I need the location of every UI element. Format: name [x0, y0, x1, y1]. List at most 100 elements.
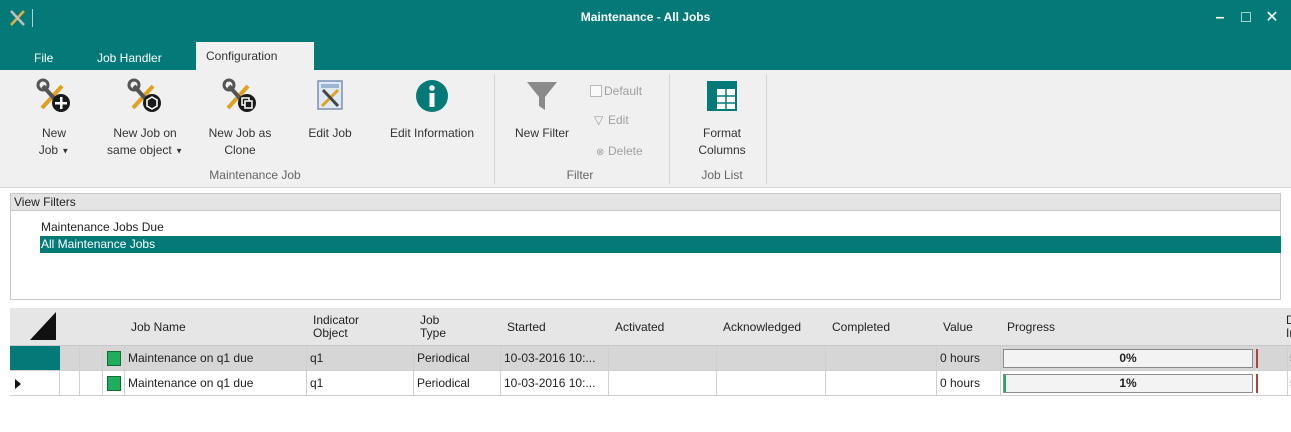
- new-job-same-label-1: New Job on: [113, 126, 177, 140]
- new-job-clone-label-1: New Job as: [208, 126, 272, 140]
- info-icon: [416, 80, 448, 112]
- status-indicator: [107, 351, 121, 366]
- tab-job-handler[interactable]: Job Handler: [87, 47, 172, 70]
- column-header-activated[interactable]: Activated: [615, 308, 664, 346]
- column-header-value[interactable]: Value: [943, 308, 973, 346]
- activated-cell: [609, 346, 717, 371]
- view-filter-item[interactable]: Maintenance Jobs Due: [41, 219, 164, 236]
- tab-configuration[interactable]: Configuration: [196, 42, 314, 71]
- delete-icon: ⊗: [596, 147, 605, 158]
- column-header-indicator-object[interactable]: Indicator Object: [313, 308, 359, 346]
- group-separator: [766, 74, 767, 184]
- edit-information-button[interactable]: Edit Information: [376, 78, 488, 142]
- row-cell: [60, 346, 80, 371]
- view-filters-list: Maintenance Jobs Due All Maintenance Job…: [10, 211, 1281, 300]
- checkbox-icon: [590, 85, 602, 97]
- ribbon-tabs: File Job Handler Configuration: [0, 38, 1291, 71]
- group-label-job-list: Job List: [701, 168, 743, 182]
- new-job-label-2: Job: [38, 143, 59, 157]
- progress-text: 1%: [1119, 376, 1137, 390]
- default-filter-label: Default: [604, 84, 643, 98]
- minimize-button[interactable]: –: [1207, 6, 1233, 30]
- view-filter-item-selected[interactable]: All Maintenance Jobs: [40, 236, 1281, 253]
- progress-cell: 0%: [1001, 346, 1288, 371]
- wrench-screwdriver-copy-icon: [222, 78, 256, 112]
- wrench-screwdriver-cube-icon: [127, 78, 161, 112]
- default-filter-checkbox[interactable]: Default: [590, 81, 642, 101]
- indicator-object-cell: q1: [307, 346, 414, 371]
- column-header-job-type[interactable]: Job Type: [420, 308, 446, 346]
- indicator-object-cell: q1: [307, 371, 414, 396]
- job-type-cell: Periodical: [414, 346, 501, 371]
- group-label-filter: Filter: [566, 168, 594, 182]
- edit-job-icon: [317, 80, 343, 110]
- group-separator: [669, 74, 670, 184]
- column-header-job-name[interactable]: Job Name: [131, 308, 186, 346]
- column-header-acknowledged[interactable]: Acknowledged: [723, 308, 801, 346]
- activated-cell: [609, 371, 717, 396]
- edit-job-button[interactable]: Edit Job: [298, 78, 362, 142]
- progress-bar: 1%: [1003, 374, 1253, 393]
- status-indicator: [107, 376, 121, 391]
- format-columns-button[interactable]: Format Columns: [686, 78, 758, 159]
- acknowledged-cell: [717, 346, 826, 371]
- title-bar: Maintenance - All Jobs – □ ✕: [0, 0, 1291, 38]
- new-job-same-object-button[interactable]: New Job on same object ▼: [100, 78, 190, 159]
- row-cell: [80, 371, 103, 396]
- table-columns-icon: [707, 81, 737, 111]
- column-header-started[interactable]: Started: [507, 308, 546, 346]
- started-cell: 10-03-2016 10:...: [501, 346, 609, 371]
- row-header-cell[interactable]: [10, 371, 60, 396]
- new-filter-label: New Filter: [514, 126, 569, 140]
- value-cell: 0 hours: [937, 371, 1001, 396]
- grid-header: Job Name Indicator Object Job Type Started…: [10, 308, 1291, 346]
- progress-end-marker: [1256, 374, 1258, 393]
- close-button[interactable]: ✕: [1259, 6, 1285, 30]
- new-job-label-1: New: [41, 126, 66, 140]
- wrench-screwdriver-plus-icon: [36, 78, 70, 112]
- group-label-maintenance-job: Maintenance Job: [209, 168, 301, 182]
- edit-filter-button[interactable]: ▽ Edit: [594, 110, 629, 130]
- tab-file[interactable]: File: [24, 47, 63, 70]
- new-filter-button[interactable]: New Filter: [506, 78, 578, 142]
- new-job-clone-label-2: Clone: [224, 143, 256, 157]
- new-job-same-label-2: same object: [107, 143, 172, 157]
- column-header-progress[interactable]: Progress: [1007, 308, 1055, 346]
- row-cell: [80, 346, 103, 371]
- edit-job-label: Edit Job: [308, 126, 352, 140]
- acknowledged-cell: [717, 371, 826, 396]
- job-name-cell: Maintenance on q1 due: [125, 346, 307, 371]
- status-cell: [103, 371, 125, 396]
- job-name-cell: Maintenance on q1 due: [125, 371, 307, 396]
- completed-cell: [826, 346, 937, 371]
- funnel-pencil-icon: ▽: [594, 113, 604, 127]
- indicator-header-line-2: Object: [313, 326, 348, 340]
- progress-bar: 0%: [1003, 349, 1253, 368]
- select-all-corner[interactable]: [30, 312, 56, 340]
- view-filters-header: View Filters: [10, 193, 1281, 211]
- format-columns-label-2: Columns: [698, 143, 746, 157]
- row-header-cell[interactable]: [10, 346, 60, 371]
- progress-fill: [1004, 375, 1007, 392]
- table-row[interactable]: Maintenance on q1 due q1 Periodical 10-0…: [10, 371, 1291, 396]
- delete-filter-label: Delete: [608, 144, 643, 158]
- table-row[interactable]: Maintenance on q1 due q1 Periodical 10-0…: [10, 346, 1291, 371]
- status-cell: [103, 346, 125, 371]
- progress-text: 0%: [1119, 351, 1137, 365]
- delete-filter-button[interactable]: ⊗ Delete: [596, 141, 643, 161]
- completed-cell: [826, 371, 937, 396]
- new-job-button[interactable]: New Job ▼: [28, 78, 80, 159]
- current-row-arrow-icon: [15, 379, 21, 389]
- ribbon: New Job ▼ New Job on same object ▼ New J…: [0, 70, 1291, 188]
- column-header-due-in[interactable]: DuIn: [1286, 308, 1291, 346]
- column-header-completed[interactable]: Completed: [832, 308, 890, 346]
- progress-cell: 1%: [1001, 371, 1288, 396]
- maximize-button[interactable]: □: [1233, 6, 1259, 30]
- new-job-clone-button[interactable]: New Job as Clone: [200, 78, 280, 159]
- group-separator: [494, 74, 495, 184]
- format-columns-label-1: Format: [702, 126, 741, 140]
- edit-filter-label: Edit: [608, 113, 629, 127]
- value-cell: 0 hours: [937, 346, 1001, 371]
- window-title: Maintenance - All Jobs: [580, 10, 711, 24]
- dropdown-arrow-icon: ▼: [61, 146, 70, 156]
